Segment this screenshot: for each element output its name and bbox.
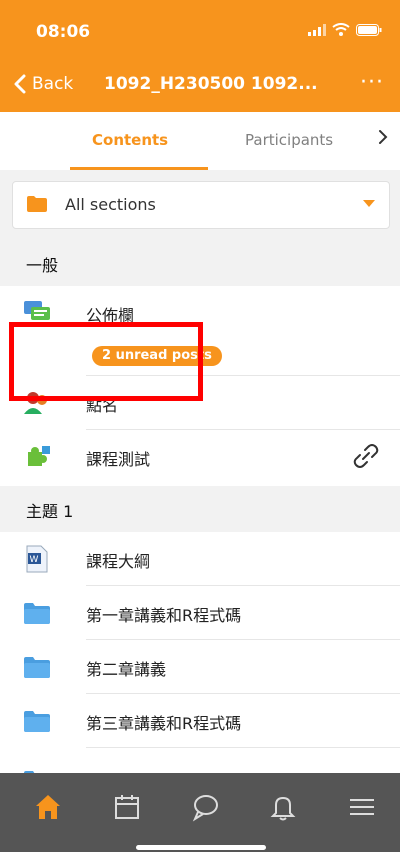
tabs-next-button[interactable] (378, 129, 388, 150)
page-title: 1092_H230500 1092... (104, 74, 318, 94)
chevron-left-icon (14, 74, 26, 94)
home-icon[interactable] (33, 792, 63, 822)
tab-contents[interactable]: Contents (92, 131, 168, 149)
highlight-box (9, 322, 203, 401)
bottom-tab-bar (0, 773, 400, 852)
status-icons (308, 23, 382, 36)
wifi-icon (332, 23, 350, 36)
word-doc-icon: W (26, 545, 48, 573)
list-item-label: 第二章講義 (86, 660, 167, 679)
chat-icon[interactable] (190, 792, 220, 822)
svg-text:W: W (30, 555, 39, 565)
folder-icon (24, 711, 50, 732)
list-item[interactable]: 第二章講義 (0, 640, 400, 694)
section-select[interactable]: All sections (12, 181, 390, 229)
app-header: 08:06 Back 1092_H230500 1092... ··· (0, 0, 400, 112)
more-options-button[interactable]: ··· (360, 70, 384, 95)
list-item[interactable]: W 課程大綱 (0, 532, 400, 586)
section-filter-area: All sections (0, 170, 400, 240)
home-indicator (136, 845, 266, 850)
section-title: 主題 1 (26, 502, 74, 521)
dropdown-caret-icon (363, 200, 375, 207)
list-item-label: 第三章講義和R程式碼 (86, 714, 242, 733)
list-item-label: 第一章講義和R程式碼 (86, 606, 242, 625)
section-header: 主題 1 (0, 486, 400, 532)
back-button[interactable]: Back (14, 74, 73, 94)
status-time: 08:06 (36, 22, 91, 42)
back-label: Back (32, 74, 74, 94)
tab-bar-top: Contents Participants (0, 112, 400, 171)
folder-icon (24, 657, 50, 678)
section-header: 一般 (0, 240, 400, 286)
nav-bar: Back 1092_H230500 1092... ··· (0, 62, 400, 112)
bell-icon[interactable] (268, 792, 298, 822)
tab-participants[interactable]: Participants (245, 131, 333, 149)
list-item-label: 課程測試 (86, 450, 151, 469)
menu-icon[interactable] (347, 792, 377, 822)
signal-icon (308, 23, 326, 36)
section-select-label: All sections (65, 195, 156, 214)
list-item-label: 課程大綱 (86, 552, 151, 571)
list-item[interactable]: 第一章講義和R程式碼 (0, 586, 400, 640)
list-item[interactable]: 課程測試 (0, 430, 400, 486)
chevron-right-icon (379, 130, 388, 144)
section-title: 一般 (26, 256, 59, 275)
folder-icon (27, 196, 47, 212)
status-bar: 08:06 (0, 0, 400, 62)
link-icon[interactable] (352, 442, 380, 470)
folder-icon (24, 603, 50, 624)
puzzle-icon (28, 446, 50, 466)
calendar-icon[interactable] (112, 792, 142, 822)
list-item[interactable]: 第三章講義和R程式碼 (0, 694, 400, 748)
list-item-partial[interactable] (0, 748, 400, 792)
battery-icon (356, 23, 382, 36)
